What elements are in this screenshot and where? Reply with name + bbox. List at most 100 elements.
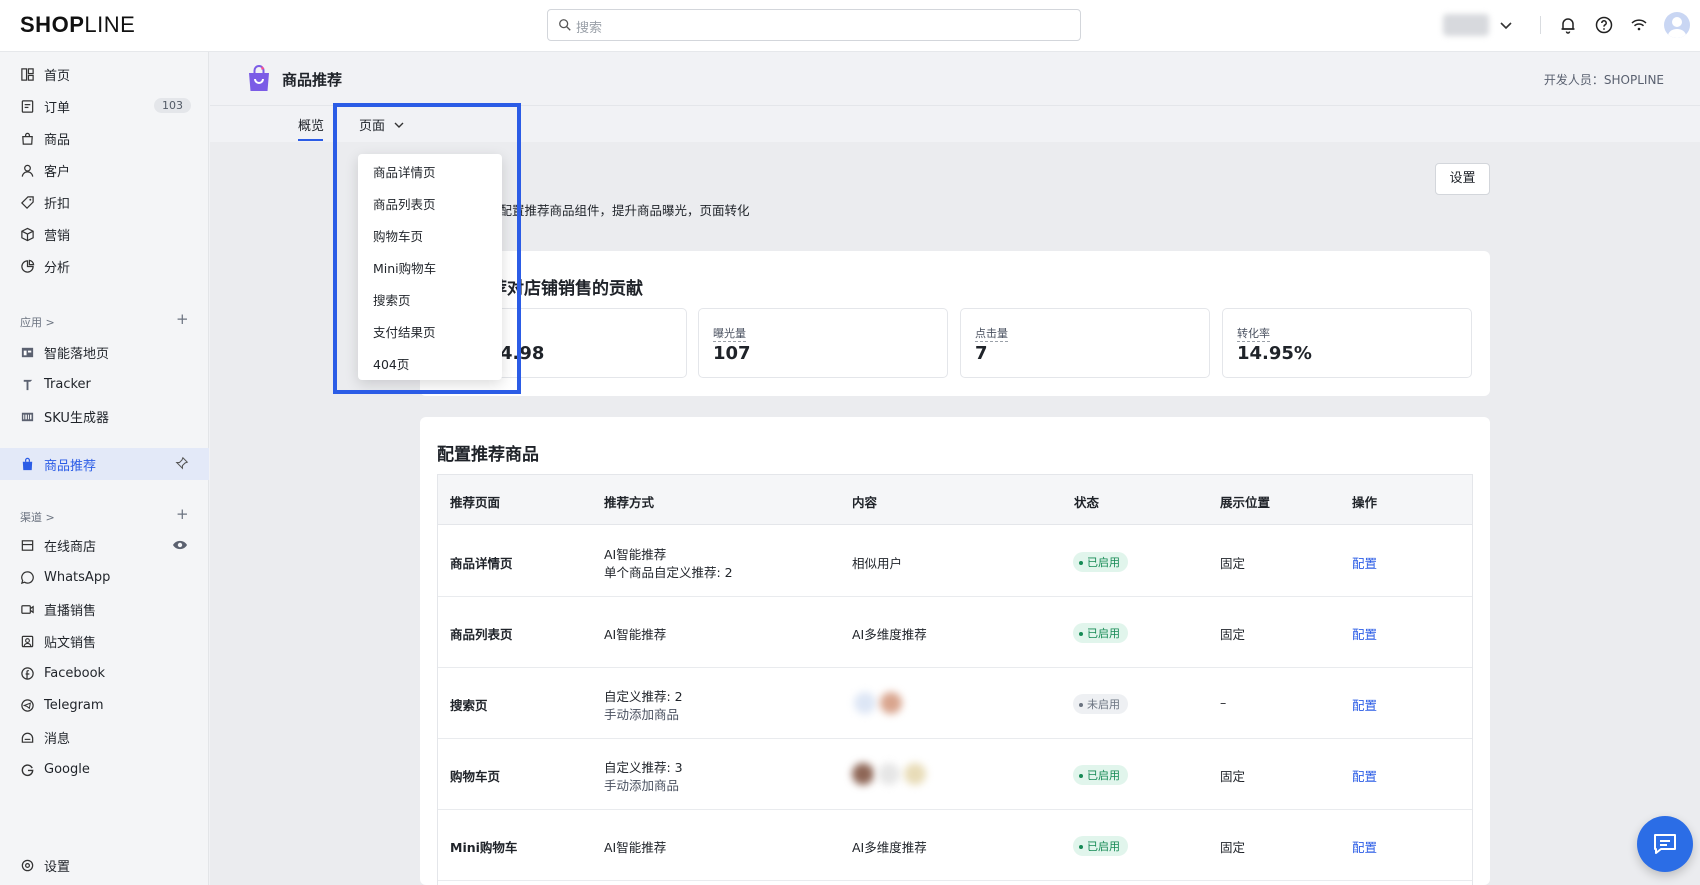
sidebar-item-settings[interactable]: 设置 [0, 850, 209, 880]
tracker-icon [23, 379, 33, 390]
column-header: 操作 [1352, 495, 1378, 510]
eye-icon[interactable] [172, 538, 188, 552]
chat-icon [1654, 834, 1676, 854]
sidebar-item-label: 智能落地页 [44, 346, 110, 362]
search-input[interactable]: 搜索 [547, 9, 1081, 41]
avatar[interactable] [1664, 12, 1690, 38]
configure-link[interactable]: 配置 [1352, 766, 1377, 785]
table-row: 购物车页 自定义推荐: 3 手动添加商品 已启用 固定 配置 [438, 739, 1472, 810]
sidebar-item-label: 营销 [44, 228, 71, 244]
sidebar-item-label: Telegram [44, 697, 104, 713]
chart-icon [21, 259, 35, 273]
store-icon [21, 539, 34, 551]
sidebar-item-label: Google [44, 761, 90, 777]
column-header: 推荐方式 [604, 495, 655, 510]
add-app-button[interactable]: + [176, 310, 189, 328]
sidebar: 首页 订单 103 商品 客户 折扣 营销 分析 应用 > + 智能落地页 Tr… [0, 52, 209, 885]
sidebar-item-orders[interactable]: 订单 103 [0, 91, 209, 121]
pin-icon[interactable] [175, 456, 189, 470]
settings-button[interactable]: 设置 [1435, 163, 1490, 195]
cell-position: – [1220, 695, 1227, 710]
sidebar-item-discounts[interactable]: 折扣 [0, 187, 209, 217]
configure-link[interactable]: 配置 [1352, 695, 1377, 714]
sidebar-item-products[interactable]: 商品 [0, 123, 209, 153]
live-icon [21, 604, 34, 614]
cell-method-detail: 手动添加商品 [604, 778, 680, 793]
status-badge: 已启用 [1073, 836, 1128, 856]
cell-content: AI多维度推荐 [852, 627, 927, 642]
sidebar-item-label: Tracker [44, 376, 91, 392]
channels-section-title[interactable]: 渠道 > [20, 509, 55, 525]
sidebar-item-whatsapp[interactable]: WhatsApp [0, 562, 209, 592]
tab-overview[interactable]: 概览 [298, 115, 324, 134]
shopline-logo[interactable]: SHOPLINE [20, 12, 135, 38]
sidebar-item-messages[interactable]: 消息 [0, 722, 209, 752]
sidebar-item-facebook[interactable]: Facebook [0, 658, 209, 688]
sidebar-item-post-selling[interactable]: 贴文销售 [0, 626, 209, 656]
active-tab-indicator [298, 139, 323, 141]
top-bar: SHOPLINE 搜索 [0, 0, 1700, 52]
configure-link[interactable]: 配置 [1352, 837, 1377, 856]
cell-method: 自定义推荐: 2 [604, 689, 683, 704]
sidebar-item-landing-page[interactable]: 智能落地页 [0, 337, 209, 367]
config-table: 推荐页面 推荐方式 内容 状态 展示位置 操作 商品详情页 AI智能推荐 单个商… [437, 474, 1473, 885]
configure-link[interactable]: 配置 [1352, 553, 1377, 572]
product-recommend-app-icon [249, 65, 269, 91]
post-icon [21, 635, 34, 647]
cell-content: AI多维度推荐 [852, 840, 927, 855]
order-icon [21, 99, 34, 113]
metric-label: 点击量 [975, 327, 1008, 342]
cell-method: AI智能推荐 [604, 627, 667, 642]
cell-page: Mini购物车 [450, 840, 518, 855]
sidebar-item-label: 消息 [44, 731, 71, 747]
sidebar-item-live-selling[interactable]: 直播销售 [0, 594, 209, 624]
add-channel-button[interactable]: + [176, 505, 189, 523]
config-title: 配置推荐商品 [437, 445, 539, 465]
sidebar-item-product-recommend[interactable]: 商品推荐 [0, 448, 209, 480]
cell-position: 固定 [1220, 627, 1246, 642]
apps-section-title[interactable]: 应用 > [20, 314, 55, 330]
cell-content: 相似用户 [852, 556, 903, 571]
developer-info: 开发人员：SHOPLINE [1543, 73, 1664, 87]
metric-conversion: 转化率 14.95% [1222, 308, 1472, 378]
sidebar-item-label: 商品推荐 [44, 458, 97, 474]
hero-description: 置配置推荐商品组件，提升商品曝光，页面转化 [487, 203, 750, 218]
sidebar-item-analytics[interactable]: 分析 [0, 251, 209, 281]
sidebar-item-marketing[interactable]: 营销 [0, 219, 209, 249]
column-header: 展示位置 [1220, 495, 1271, 510]
sidebar-item-label: SKU生成器 [44, 410, 109, 426]
product-thumbnail [904, 763, 926, 785]
sidebar-item-telegram[interactable]: Telegram [0, 690, 209, 720]
cell-method: AI智能推荐 [604, 840, 667, 855]
configure-link[interactable]: 配置 [1352, 624, 1377, 643]
sidebar-item-label: 分析 [44, 260, 71, 276]
sidebar-item-label: Facebook [44, 665, 106, 681]
sidebar-item-online-store[interactable]: 在线商店 [0, 530, 209, 560]
cube-icon [21, 227, 34, 241]
sidebar-item-label: 客户 [44, 164, 71, 180]
column-header: 内容 [852, 495, 878, 510]
table-header: 推荐页面 推荐方式 内容 状态 展示位置 操作 [438, 475, 1472, 525]
cell-position: 固定 [1220, 556, 1246, 571]
wifi-icon[interactable] [1629, 15, 1649, 35]
help-icon[interactable] [1594, 15, 1614, 35]
cell-method: 自定义推荐: 3 [604, 760, 683, 775]
sidebar-item-sku-generator[interactable]: SKU生成器 [0, 401, 209, 431]
sidebar-item-home[interactable]: 首页 [0, 59, 209, 89]
telegram-icon [21, 698, 34, 712]
store-name-blurred[interactable] [1443, 14, 1489, 36]
product-thumbnail [854, 692, 876, 714]
chat-button[interactable] [1637, 816, 1693, 872]
bell-icon[interactable] [1558, 15, 1578, 35]
cell-position: 固定 [1220, 840, 1246, 855]
metric-label: 曝光量 [713, 327, 746, 342]
sidebar-item-customers[interactable]: 客户 [0, 155, 209, 185]
cell-page: 商品详情页 [450, 556, 513, 571]
sidebar-item-google[interactable]: Google [0, 754, 209, 784]
status-badge: 已启用 [1073, 552, 1128, 572]
sidebar-item-tracker[interactable]: Tracker [0, 369, 209, 399]
chevron-down-icon[interactable] [1496, 15, 1516, 35]
search-icon [559, 19, 571, 31]
cell-method-detail: 单个商品自定义推荐: 2 [604, 565, 733, 580]
google-icon [21, 763, 34, 776]
